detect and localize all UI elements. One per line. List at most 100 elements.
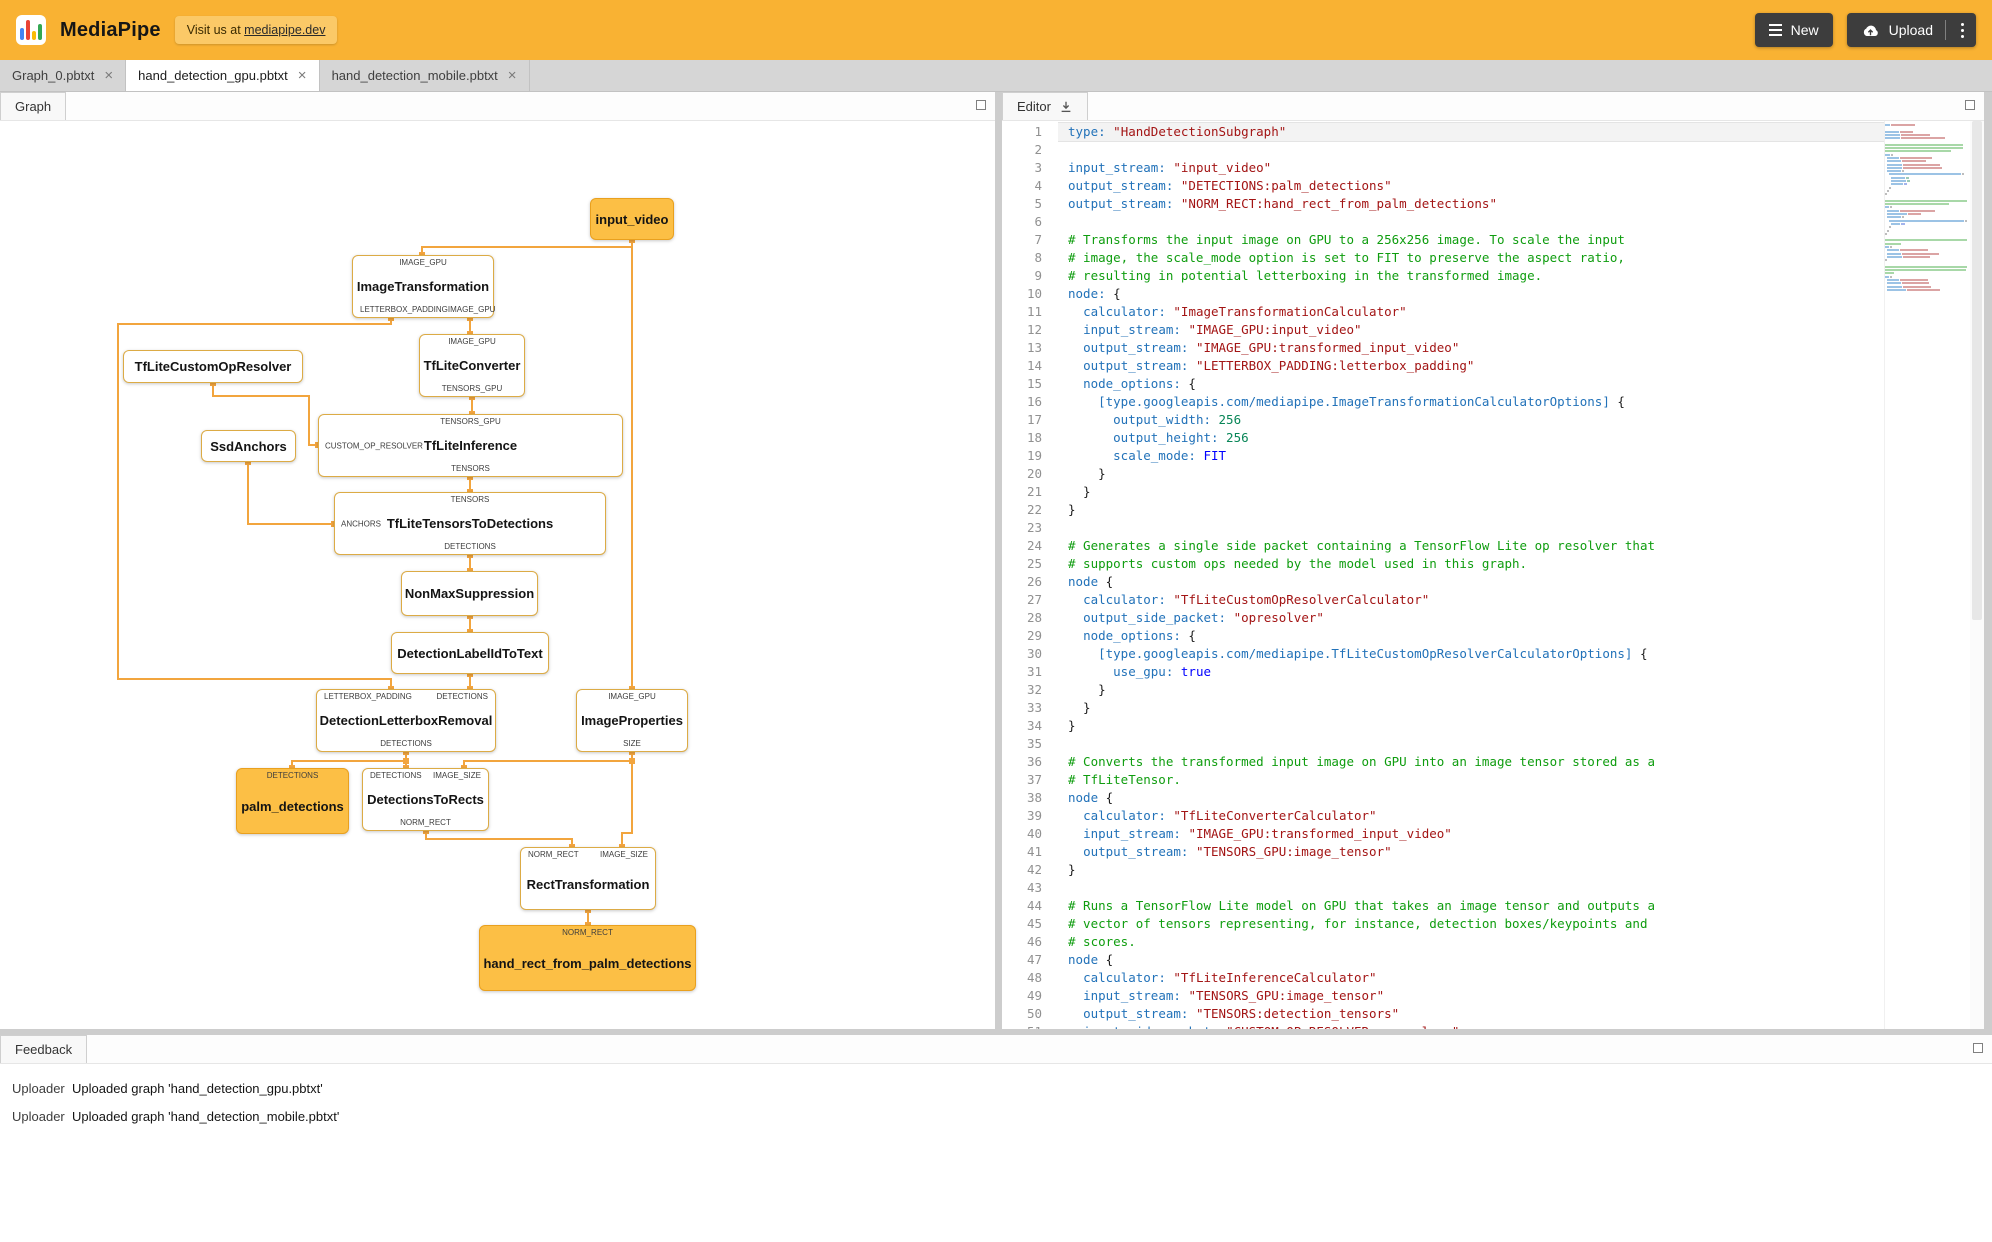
code-line: }: [1058, 717, 1884, 735]
code-token: }: [1068, 718, 1076, 733]
line-number: 48: [1026, 970, 1042, 985]
graph-node-ImageTransformation[interactable]: IMAGE_GPU ImageTransformation LETTERBOX_PA…: [352, 255, 495, 318]
minimap-mark: [1885, 239, 1967, 242]
minimap-mark: [1902, 255, 1931, 258]
line-number: 37: [1026, 772, 1042, 787]
graph-node-DetectionsToRects[interactable]: DETECTIONS IMAGE_SIZE DetectionsToRects NOR…: [362, 768, 489, 831]
code-token: "TENSORS:detection_tensors": [1195, 1006, 1400, 1021]
minimap-mark: [1902, 166, 1942, 169]
minimap-line: [1885, 170, 1970, 173]
port-label-detections: DETECTIONS: [266, 771, 319, 780]
upload-button[interactable]: Upload: [1846, 13, 1976, 47]
minimap-mark: [1887, 255, 1902, 258]
port-label-image_gpu: IMAGE_GPU: [399, 258, 447, 267]
file-tab-hand_detection_mobile.pbtxt[interactable]: hand_detection_mobile.pbtxt ×: [320, 60, 530, 91]
graph-node-SsdAnchors[interactable]: SsdAnchors: [201, 430, 296, 462]
line-number: 49: [1026, 988, 1042, 1003]
graph-node-label: DetectionLabelIdToText: [397, 645, 543, 661]
minimap-mark: [1899, 209, 1936, 212]
download-icon[interactable]: [1059, 100, 1073, 114]
code-line: input_stream: "IMAGE_GPU:transformed_inp…: [1058, 825, 1884, 843]
graph-node-ImageProperties[interactable]: IMAGE_GPU ImageProperties SIZE: [576, 689, 688, 752]
graph-node-palm_detections[interactable]: DETECTIONS palm_detections: [236, 768, 349, 834]
code-token: "IMAGE_GPU:transformed_input_video": [1195, 340, 1460, 355]
minimap-mark: [1887, 288, 1906, 291]
file-tab-Graph_0.pbtxt[interactable]: Graph_0.pbtxt ×: [0, 60, 127, 91]
tab-close-icon[interactable]: ×: [298, 68, 307, 83]
graph-node-TfLiteInference[interactable]: TENSORS_GPU TfLiteInference TENSORS CUSTOM_…: [318, 414, 623, 477]
maximize-icon[interactable]: [976, 100, 986, 110]
minimap-line: [1885, 193, 1970, 196]
code-token: output_stream:: [1068, 196, 1174, 211]
code-line: node {: [1058, 789, 1884, 807]
minimap-line: [1885, 222, 1970, 225]
editor-minimap[interactable]: [1884, 121, 1970, 1029]
graph-node-TfLiteConverter[interactable]: IMAGE_GPU TfLiteConverter TENSORS_GPU: [419, 334, 525, 397]
code-line: }: [1058, 501, 1884, 519]
code-line: # vector of tensors representing, for in…: [1058, 915, 1884, 933]
minimap-line: [1885, 265, 1970, 268]
minimap-mark: [1885, 242, 1901, 245]
file-tab-label: Graph_0.pbtxt: [12, 68, 95, 83]
minimap-mark: [1903, 183, 1908, 186]
graph-node-label: NonMaxSuppression: [404, 586, 535, 601]
code-editor[interactable]: 1 2 3 4 5 6 7 8 9 10 11 12 13 14 15 16 17 18 19 20 21 22 23 24 2…: [1002, 121, 1984, 1029]
graph-node-RectTransformation[interactable]: NORM_RECT IMAGE_SIZE RectTransformation: [520, 847, 656, 910]
graph-tab[interactable]: Graph: [0, 92, 67, 120]
minimap-line: [1885, 269, 1970, 272]
graph-node-DetectionLabelIdToText[interactable]: DetectionLabelIdToText: [391, 632, 549, 674]
code-line: node {: [1058, 573, 1884, 591]
minimap-mark: [1891, 176, 1905, 179]
code-token: output_stream:: [1083, 358, 1189, 373]
minimap-line: [1885, 288, 1970, 291]
line-number: 28: [1026, 610, 1042, 625]
graph-node-TfLiteCustomOpResolver[interactable]: TfLiteCustomOpResolver: [123, 350, 303, 383]
minimap-mark: [1900, 133, 1931, 136]
minimap-mark: [1887, 209, 1899, 212]
code-token: input_stream:: [1083, 988, 1181, 1003]
minimap-line: [1885, 272, 1970, 275]
editor-code[interactable]: type: "HandDetectionSubgraph" input_strea…: [1058, 121, 1884, 1029]
graph-node-hand_rect_from_palm_detections[interactable]: NORM_RECT hand_rect_from_palm_detections: [479, 925, 696, 991]
editor-scrollbar[interactable]: [1970, 121, 1984, 1029]
feedback-tab[interactable]: Feedback: [0, 1035, 88, 1063]
minimap-mark: [1891, 153, 1894, 156]
minimap-mark: [1890, 275, 1893, 278]
minimap-mark: [1891, 222, 1900, 225]
graph-node-label: RectTransformation: [526, 876, 650, 892]
graph-node-DetectionLetterboxRemoval[interactable]: LETTERBOX_PADDING DETECTIONS DetectionLett…: [316, 689, 496, 752]
editor-tab[interactable]: Editor: [1002, 92, 1088, 120]
minimap-mark: [1885, 133, 1900, 136]
code-line: # Runs a TensorFlow Lite model on GPU th…: [1058, 897, 1884, 915]
line-number: 50: [1026, 1006, 1042, 1021]
graph-canvas[interactable]: input_video IMAGE_GPU ImageTransformation L…: [0, 121, 995, 1029]
tab-close-icon[interactable]: ×: [104, 68, 113, 83]
scrollbar-thumb[interactable]: [1972, 121, 1982, 621]
visit-link[interactable]: mediapipe.dev: [244, 23, 325, 37]
line-number: 10: [1026, 286, 1042, 301]
maximize-icon[interactable]: [1965, 100, 1975, 110]
new-button[interactable]: New: [1754, 13, 1833, 47]
code-token: 256: [1218, 412, 1242, 427]
minimap-line: [1885, 226, 1970, 229]
graph-node-TfLiteTensorsToDetections[interactable]: TENSORS TfLiteTensorsToDetections DETECTIO…: [334, 492, 606, 555]
kebab-menu-icon[interactable]: [1955, 22, 1970, 38]
minimap-line: [1885, 199, 1970, 202]
code-token: output_stream:: [1083, 340, 1189, 355]
tab-close-icon[interactable]: ×: [508, 68, 517, 83]
editor-panel-header: Editor: [1002, 92, 1984, 121]
line-number: 22: [1026, 502, 1042, 517]
line-number: 8: [1034, 250, 1042, 265]
code-token: input_stream:: [1068, 160, 1166, 175]
editor-gutter: 1 2 3 4 5 6 7 8 9 10 11 12 13 14 15 16 17 18 19 20 21 22 23 24 2…: [1002, 121, 1058, 1029]
graph-node-input_video[interactable]: input_video: [590, 198, 674, 240]
graph-node-NonMaxSuppression[interactable]: NonMaxSuppression: [401, 571, 538, 616]
feedback-row: Uploader Uploaded graph 'hand_detection_m…: [0, 1102, 1992, 1130]
file-tab-hand_detection_gpu.pbtxt[interactable]: hand_detection_gpu.pbtxt ×: [126, 60, 320, 91]
minimap-line: [1885, 239, 1970, 242]
maximize-icon[interactable]: [1973, 1043, 1983, 1053]
